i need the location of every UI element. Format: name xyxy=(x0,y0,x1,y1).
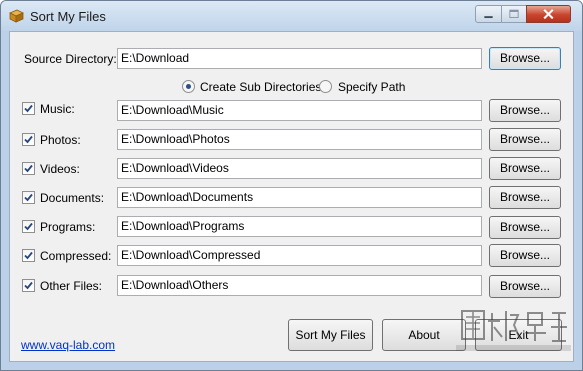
programs-label: Programs: xyxy=(40,220,96,234)
checkmark-icon xyxy=(24,193,33,202)
create-sub-directories-radio[interactable] xyxy=(182,80,195,93)
photos-browse-button[interactable]: Browse... xyxy=(489,128,561,151)
watermark-logo-icon xyxy=(456,310,571,351)
close-button[interactable] xyxy=(526,5,571,23)
other-files-checkbox[interactable] xyxy=(22,279,35,292)
music-path-field[interactable]: E:\Download\Music xyxy=(117,100,482,121)
compressed-label: Compressed: xyxy=(40,249,112,263)
photos-path-field[interactable]: E:\Download\Photos xyxy=(117,129,482,150)
app-box-icon xyxy=(9,9,24,23)
about-button[interactable]: About xyxy=(382,319,466,351)
other-files-label: Other Files: xyxy=(40,279,103,293)
photos-label: Photos: xyxy=(40,133,81,147)
radio-selected-dot xyxy=(186,84,191,89)
photos-checkbox[interactable] xyxy=(22,133,35,146)
app-window: Sort My Files Source Directory: E:\Downl… xyxy=(0,0,583,371)
documents-path-field[interactable]: E:\Download\Documents xyxy=(117,187,482,208)
checkmark-icon xyxy=(24,251,33,260)
documents-checkbox[interactable] xyxy=(22,191,35,204)
checkmark-icon xyxy=(24,222,33,231)
music-checkbox[interactable] xyxy=(22,102,35,115)
programs-checkbox[interactable] xyxy=(22,220,35,233)
sort-my-files-button[interactable]: Sort My Files xyxy=(288,319,373,351)
source-browse-button[interactable]: Browse... xyxy=(489,47,561,70)
videos-label: Videos: xyxy=(40,162,80,176)
source-directory-label: Source Directory: xyxy=(24,52,117,66)
programs-path-field[interactable]: E:\Download\Programs xyxy=(117,216,482,237)
other-files-browse-button[interactable]: Browse... xyxy=(489,275,561,298)
videos-path-field[interactable]: E:\Download\Videos xyxy=(117,158,482,179)
checkmark-icon xyxy=(24,281,33,290)
maximize-button[interactable] xyxy=(501,5,527,23)
videos-checkbox[interactable] xyxy=(22,162,35,175)
maximize-icon xyxy=(509,9,519,18)
title-bar[interactable]: Sort My Files xyxy=(1,1,582,31)
window-title: Sort My Files xyxy=(30,9,106,24)
specify-path-radio[interactable] xyxy=(319,80,332,93)
videos-browse-button[interactable]: Browse... xyxy=(489,157,561,180)
checkmark-icon xyxy=(24,104,33,113)
compressed-browse-button[interactable]: Browse... xyxy=(489,244,561,267)
programs-browse-button[interactable]: Browse... xyxy=(489,216,561,239)
other-files-path-field[interactable]: E:\Download\Others xyxy=(117,275,482,296)
compressed-path-field[interactable]: E:\Download\Compressed xyxy=(117,245,482,266)
close-icon xyxy=(543,9,554,20)
minimize-icon xyxy=(484,16,493,19)
documents-browse-button[interactable]: Browse... xyxy=(489,186,561,209)
checkmark-icon xyxy=(24,135,33,144)
checkmark-icon xyxy=(24,164,33,173)
compressed-checkbox[interactable] xyxy=(22,249,35,262)
music-browse-button[interactable]: Browse... xyxy=(489,99,561,122)
documents-label: Documents: xyxy=(40,191,105,205)
create-sub-directories-label[interactable]: Create Sub Directories xyxy=(200,80,321,94)
minimize-button[interactable] xyxy=(475,5,502,23)
website-link[interactable]: www.vaq-lab.com xyxy=(21,338,115,352)
specify-path-label[interactable]: Specify Path xyxy=(338,80,405,94)
music-label: Music: xyxy=(40,102,75,116)
source-directory-field[interactable]: E:\Download xyxy=(117,48,482,69)
